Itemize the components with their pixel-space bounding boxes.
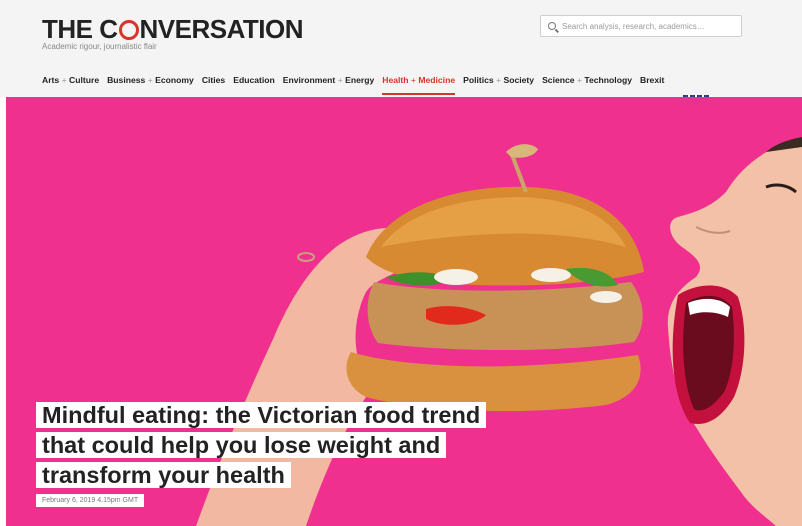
nav-item-business-economy[interactable]: Business + Economy (107, 75, 194, 95)
nav-item-health-medicine[interactable]: Health + Medicine (382, 75, 455, 95)
search-icon (548, 22, 556, 30)
nav-item-education[interactable]: Education (233, 75, 275, 95)
site-tagline: Academic rigour, journalistic flair (42, 42, 157, 51)
nav-item-arts-culture[interactable]: Arts + Culture (42, 75, 99, 95)
search-box[interactable] (540, 15, 742, 37)
logo-o-ring-icon (118, 19, 139, 40)
nav-item-cities[interactable]: Cities (202, 75, 225, 95)
search-input[interactable] (562, 21, 732, 31)
headline-line-3: transform your health (36, 462, 291, 488)
logo-text-start: THE C (42, 14, 118, 44)
nav-item-environment-energy[interactable]: Environment + Energy (283, 75, 374, 95)
article-headline[interactable]: Mindful eating: the Victorian food trend… (36, 400, 487, 490)
article-date: February 6, 2019 4.15pm GMT (36, 494, 145, 507)
site-logo[interactable]: THE C NVERSATION (42, 14, 304, 45)
nav-item-politics-society[interactable]: Politics + Society (463, 75, 534, 95)
nav-item-brexit[interactable]: Brexit (640, 75, 664, 95)
headline-line-1: Mindful eating: the Victorian food trend (36, 402, 487, 428)
headline-line-2: that could help you lose weight and (36, 432, 447, 458)
section-nav: Arts + Culture Business + Economy Cities… (42, 75, 672, 95)
site-header: THE C NVERSATION Academic rigour, journal… (0, 0, 802, 99)
nav-item-science-technology[interactable]: Science + Technology (542, 75, 632, 95)
logo-text-end: NVERSATION (139, 14, 304, 44)
